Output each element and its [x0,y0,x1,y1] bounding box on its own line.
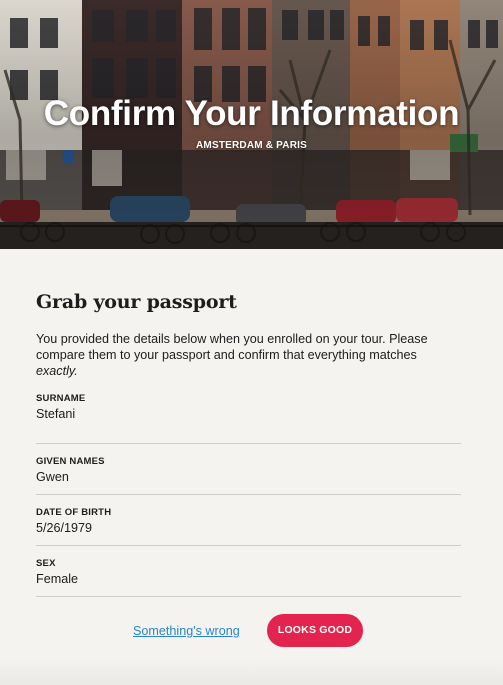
somethings-wrong-link[interactable]: Something's wrong [133,623,240,639]
instructions-body: You provided the details below when you … [36,332,428,362]
field-surname: SURNAME Stefani [36,393,461,444]
tour-destination: AMSTERDAM & PARIS [196,140,307,151]
field-given-names: GIVEN NAMES Gwen [36,444,461,495]
looks-good-button[interactable]: LOOKS GOOD [267,614,363,647]
field-value: Stefani [36,407,76,421]
field-label: SEX [36,558,56,569]
page-title: Confirm Your Information [43,94,460,133]
footer-shadow [0,660,503,685]
field-value: Gwen [36,470,69,484]
confirm-information-page: Confirm Your Information AMSTERDAM & PAR… [0,0,503,685]
instructions-emphasis: exactly. [36,364,78,378]
field-value: 5/26/1979 [36,521,93,535]
instructions-text: You provided the details below when you … [36,331,461,379]
details-list: SURNAME Stefani GIVEN NAMES Gwen DATE OF… [36,393,461,597]
section-heading: Grab your passport [36,291,237,313]
hero-banner: Confirm Your Information AMSTERDAM & PAR… [0,0,503,249]
field-label: DATE OF BIRTH [36,507,112,518]
field-value: Female [36,572,78,586]
field-label: GIVEN NAMES [36,456,105,467]
passport-details-section: Grab your passport You provided the deta… [36,289,461,597]
field-sex: SEX Female [36,546,461,597]
field-date-of-birth: DATE OF BIRTH 5/26/1979 [36,495,461,546]
field-label: SURNAME [36,393,86,404]
